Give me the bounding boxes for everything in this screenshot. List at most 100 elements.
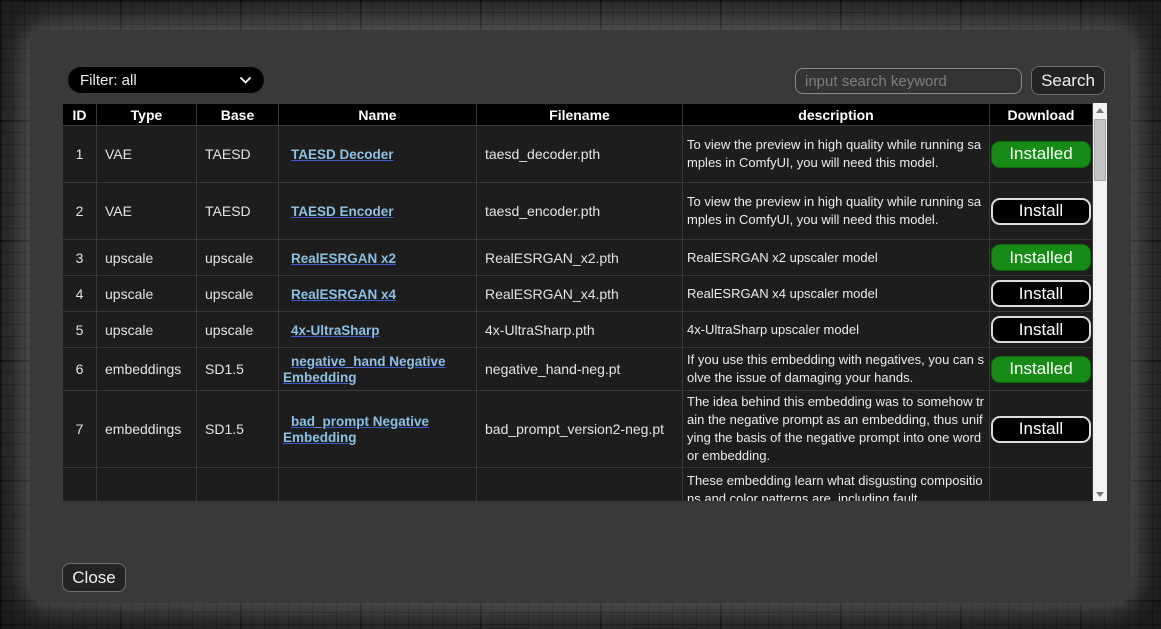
installed-button[interactable]: Installed: [991, 141, 1091, 168]
cell-description: If you use this embedding with negatives…: [683, 348, 989, 390]
cell-download: [990, 468, 1092, 501]
install-button[interactable]: Install: [991, 416, 1091, 443]
scrollbar-down-arrow-icon[interactable]: [1093, 487, 1107, 501]
cell-name: RealESRGAN x4: [279, 276, 476, 311]
cell-filename: 4x-UltraSharp.pth: [477, 312, 682, 347]
cell-base: TAESD: [197, 183, 278, 239]
cell-download: Installed: [990, 240, 1092, 275]
cell-type: upscale: [97, 240, 196, 275]
cell-id: 4: [63, 276, 96, 311]
cell-description: These embedding learn what disgusting co…: [683, 468, 989, 501]
cell-name: TAESD Encoder: [279, 183, 476, 239]
installed-button[interactable]: Installed: [991, 356, 1091, 383]
cell-download: Install: [990, 183, 1092, 239]
table-header-row: IDTypeBaseNameFilenamedescriptionDownloa…: [63, 104, 1092, 125]
column-header-filename: Filename: [477, 104, 682, 125]
cell-description: 4x-UltraSharp upscaler model: [683, 312, 989, 347]
cell-base: SD1.5: [197, 391, 278, 467]
search-button[interactable]: Search: [1031, 66, 1105, 95]
column-header-id: ID: [63, 104, 96, 125]
cell-type: upscale: [97, 276, 196, 311]
cell-base: upscale: [197, 240, 278, 275]
cell-type: embeddings: [97, 391, 196, 467]
table-row: 4upscaleupscaleRealESRGAN x4RealESRGAN_x…: [63, 276, 1092, 311]
table-row: 3upscaleupscaleRealESRGAN x2RealESRGAN_x…: [63, 240, 1092, 275]
cell-id: 1: [63, 126, 96, 182]
cell-base: upscale: [197, 276, 278, 311]
scrollbar-up-arrow-icon[interactable]: [1093, 103, 1107, 117]
cell-download: Install: [990, 391, 1092, 467]
table-row: 1VAETAESD TAESD Decoder taesd_decoder.pthT…: [63, 126, 1092, 182]
cell-filename: taesd_encoder.pth: [477, 183, 682, 239]
search-input[interactable]: [795, 68, 1022, 94]
model-name-link[interactable]: negative_hand Negative Embedding: [283, 354, 446, 385]
cell-id: 5: [63, 312, 96, 347]
installed-button[interactable]: Installed: [991, 244, 1091, 271]
cell-filename: RealESRGAN_x2.pth: [477, 240, 682, 275]
cell-name: bad_prompt Negative Embedding: [279, 391, 476, 467]
filter-select[interactable]: Filter: all: [68, 67, 264, 93]
table-row: 2VAETAESD TAESD Encoder taesd_encoder.pthT…: [63, 183, 1092, 239]
cell-description: The idea behind this embedding was to so…: [683, 391, 989, 467]
cell-filename: bad_prompt_version2-neg.pt: [477, 391, 682, 467]
cell-type: VAE: [97, 126, 196, 182]
table-row: 7embeddingsSD1.5bad_prompt Negative Embe…: [63, 391, 1092, 467]
cell-name: [279, 468, 476, 501]
cell-filename: [477, 468, 682, 501]
close-button[interactable]: Close: [62, 563, 126, 592]
cell-description: RealESRGAN x2 upscaler model: [683, 240, 989, 275]
cell-download: Installed: [990, 348, 1092, 390]
cell-base: TAESD: [197, 126, 278, 182]
install-models-dialog: Filter: all Search IDTypeBaseNameFilenam…: [30, 30, 1131, 603]
chevron-down-icon: [239, 76, 252, 85]
model-name-link[interactable]: TAESD Decoder: [291, 147, 394, 162]
table-row: 6embeddingsSD1.5negative_hand Negative E…: [63, 348, 1092, 390]
vertical-scrollbar[interactable]: [1093, 103, 1107, 501]
install-button[interactable]: Install: [991, 280, 1091, 307]
table-row: These embedding learn what disgusting co…: [63, 468, 1092, 501]
cell-base: SD1.5: [197, 348, 278, 390]
models-table-scroll-area: IDTypeBaseNameFilenamedescriptionDownloa…: [62, 103, 1093, 501]
cell-id: [63, 468, 96, 501]
cell-type: [97, 468, 196, 501]
table-row: 5upscaleupscale4x-UltraSharp4x-UltraShar…: [63, 312, 1092, 347]
cell-filename: negative_hand-neg.pt: [477, 348, 682, 390]
cell-name: RealESRGAN x2: [279, 240, 476, 275]
cell-id: 2: [63, 183, 96, 239]
cell-type: VAE: [97, 183, 196, 239]
cell-base: [197, 468, 278, 501]
cell-description: To view the preview in high quality whil…: [683, 126, 989, 182]
cell-description: To view the preview in high quality whil…: [683, 183, 989, 239]
cell-name: TAESD Decoder: [279, 126, 476, 182]
model-name-link[interactable]: RealESRGAN x2: [291, 251, 396, 266]
cell-download: Install: [990, 276, 1092, 311]
model-name-link[interactable]: 4x-UltraSharp: [291, 323, 380, 338]
column-header-description: description: [683, 104, 989, 125]
install-button[interactable]: Install: [991, 198, 1091, 225]
cell-id: 3: [63, 240, 96, 275]
cell-download: Install: [990, 312, 1092, 347]
model-name-link[interactable]: TAESD Encoder: [291, 204, 394, 219]
models-table-widget: IDTypeBaseNameFilenamedescriptionDownloa…: [62, 103, 1107, 501]
cell-download: Installed: [990, 126, 1092, 182]
cell-id: 6: [63, 348, 96, 390]
column-header-type: Type: [97, 104, 196, 125]
cell-base: upscale: [197, 312, 278, 347]
cell-description: RealESRGAN x4 upscaler model: [683, 276, 989, 311]
install-button[interactable]: Install: [991, 316, 1091, 343]
column-header-base: Base: [197, 104, 278, 125]
filter-select-value: Filter: all: [80, 72, 137, 89]
model-name-link[interactable]: RealESRGAN x4: [291, 287, 396, 302]
column-header-name: Name: [279, 104, 476, 125]
cell-filename: RealESRGAN_x4.pth: [477, 276, 682, 311]
cell-type: embeddings: [97, 348, 196, 390]
cell-filename: taesd_decoder.pth: [477, 126, 682, 182]
column-header-download: Download: [990, 104, 1092, 125]
scrollbar-thumb[interactable]: [1094, 119, 1106, 181]
cell-id: 7: [63, 391, 96, 467]
models-table: IDTypeBaseNameFilenamedescriptionDownloa…: [62, 103, 1093, 501]
model-name-link[interactable]: bad_prompt Negative Embedding: [283, 414, 429, 445]
cell-type: upscale: [97, 312, 196, 347]
cell-name: negative_hand Negative Embedding: [279, 348, 476, 390]
cell-name: 4x-UltraSharp: [279, 312, 476, 347]
